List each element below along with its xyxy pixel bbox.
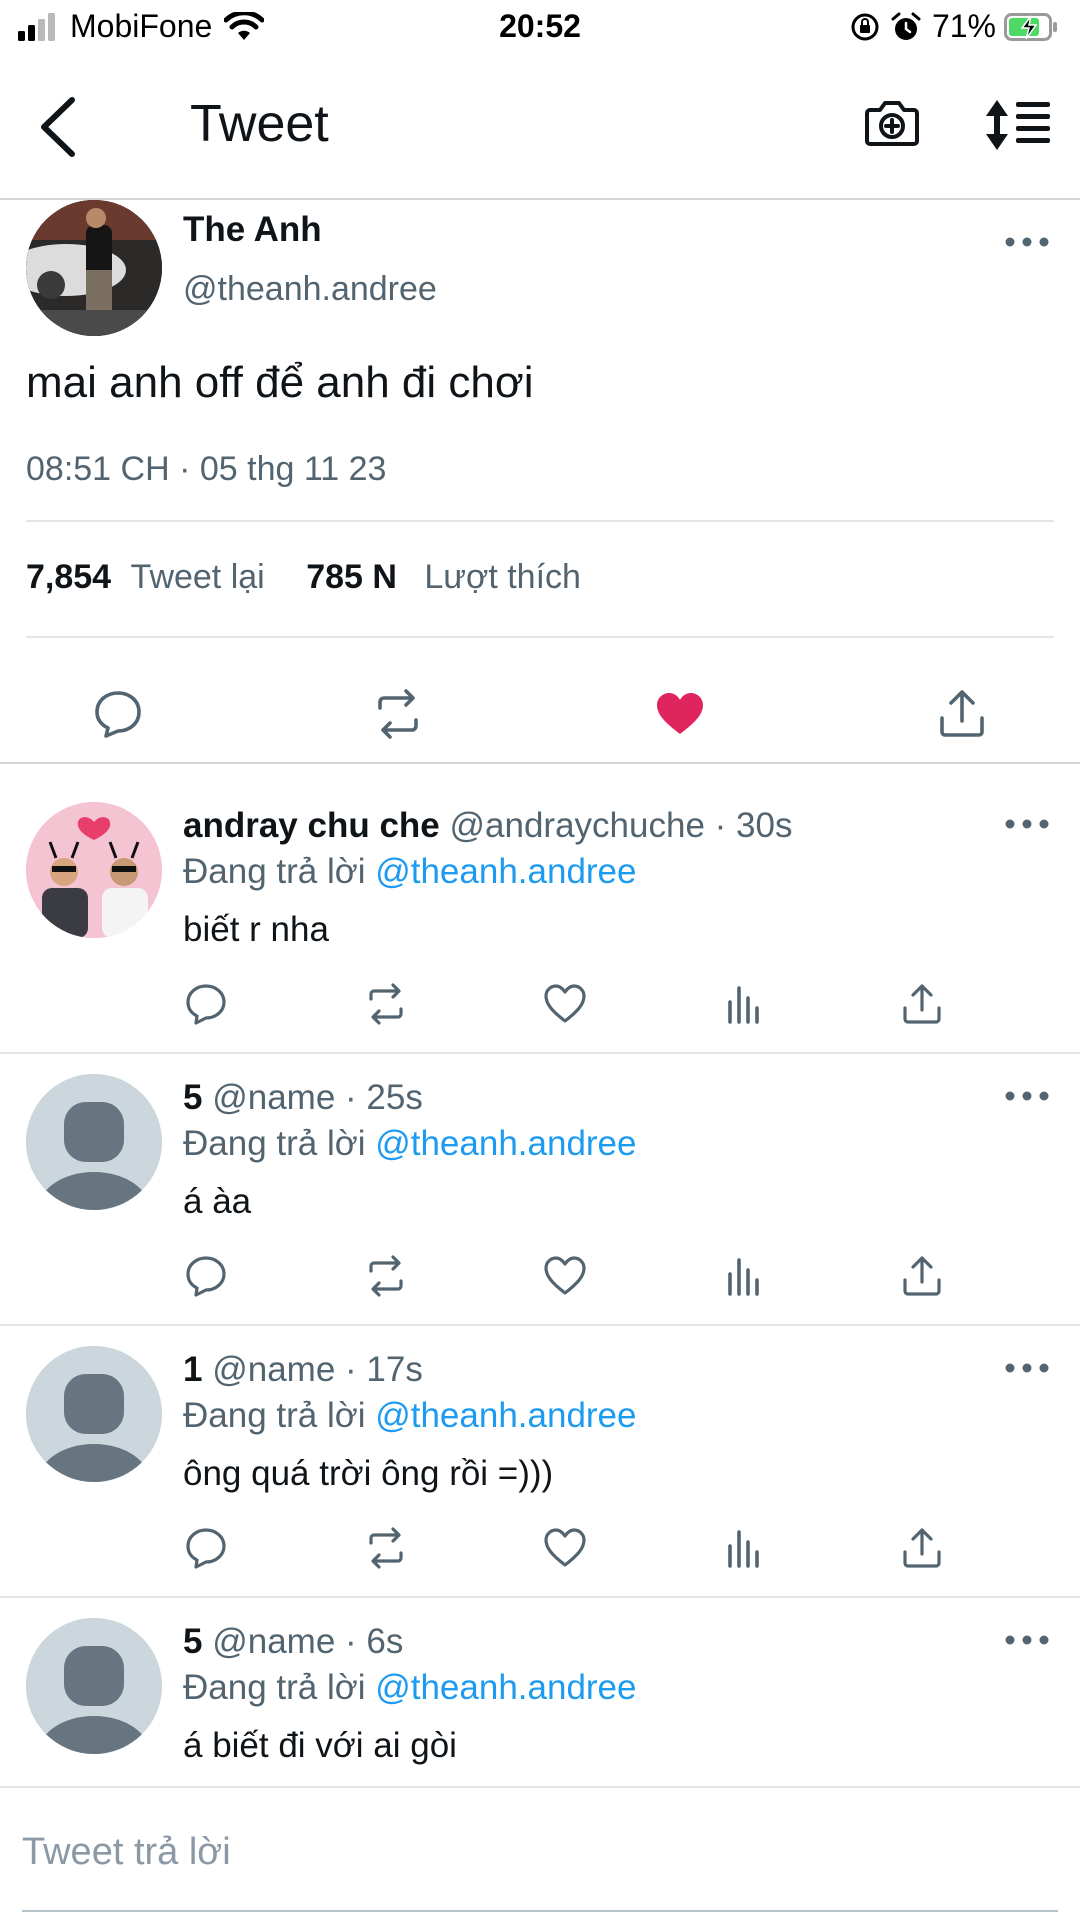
reply-icon[interactable] bbox=[184, 1254, 228, 1298]
reply-author-handle[interactable]: @name bbox=[212, 1622, 335, 1661]
divider bbox=[26, 520, 1054, 522]
retweet-label[interactable]: Tweet lại bbox=[131, 558, 265, 596]
replying-to-line: Đang trả lời @theanh.andree bbox=[183, 1124, 637, 1164]
replying-to-label: Đang trả lời bbox=[183, 1124, 366, 1163]
more-options-icon[interactable] bbox=[1002, 1088, 1052, 1104]
share-icon[interactable] bbox=[900, 1526, 944, 1570]
reply-composer bbox=[0, 1786, 1080, 1920]
reply-author-name[interactable]: 1 bbox=[183, 1350, 202, 1389]
like-icon[interactable] bbox=[543, 1526, 587, 1570]
reply-item[interactable]: 1 @name · 17s Đang trả lời @theanh.andre… bbox=[0, 1326, 1080, 1598]
retweet-icon[interactable] bbox=[364, 1526, 408, 1570]
view-stats-icon[interactable] bbox=[722, 1254, 766, 1298]
home-indicator bbox=[22, 1910, 1058, 1912]
mention-link[interactable]: @theanh.andree bbox=[375, 1668, 636, 1707]
reply-header: 1 @name · 17s bbox=[183, 1350, 423, 1390]
reply-avatar[interactable] bbox=[26, 802, 162, 938]
replying-to-label: Đang trả lời bbox=[183, 1668, 366, 1707]
top-nav-bar: Tweet bbox=[0, 54, 1080, 200]
share-icon[interactable] bbox=[900, 982, 944, 1026]
default-avatar[interactable] bbox=[26, 1074, 162, 1210]
tweet-action-bar bbox=[0, 678, 1080, 760]
share-icon[interactable] bbox=[936, 688, 988, 740]
more-options-icon[interactable] bbox=[1002, 816, 1052, 832]
status-bar: MobiFone 20:52 71% bbox=[0, 0, 1080, 54]
reply-text: biết r nha bbox=[183, 910, 329, 949]
reply-text: á àa bbox=[183, 1182, 252, 1221]
default-avatar[interactable] bbox=[26, 1346, 162, 1482]
retweet-icon[interactable] bbox=[364, 982, 408, 1026]
battery-charging-icon bbox=[1004, 12, 1057, 41]
mention-link[interactable]: @theanh.andree bbox=[375, 852, 636, 891]
camera-add-icon[interactable] bbox=[864, 94, 920, 150]
reply-time: · 17s bbox=[345, 1350, 423, 1389]
reply-header: 5 @name · 6s bbox=[183, 1622, 403, 1662]
view-stats-icon[interactable] bbox=[722, 982, 766, 1026]
reply-icon[interactable] bbox=[184, 982, 228, 1026]
retweet-icon[interactable] bbox=[364, 1254, 408, 1298]
retweet-count[interactable]: 7,854 bbox=[26, 558, 111, 596]
reply-author-handle[interactable]: @name bbox=[212, 1350, 335, 1389]
author-handle[interactable]: @theanh.andree bbox=[183, 270, 437, 309]
like-filled-heart-icon[interactable] bbox=[654, 688, 706, 740]
reply-time: · 6s bbox=[345, 1622, 404, 1661]
reply-text: á biết đi với ai gòi bbox=[183, 1726, 457, 1765]
reply-icon[interactable] bbox=[92, 688, 144, 740]
view-stats-icon[interactable] bbox=[722, 1526, 766, 1570]
reply-item[interactable]: 5 @name · 25s Đang trả lời @theanh.andre… bbox=[0, 1054, 1080, 1326]
author-avatar[interactable] bbox=[26, 200, 162, 336]
reply-author-name[interactable]: 5 bbox=[183, 1078, 202, 1117]
reply-author-handle[interactable]: @name bbox=[212, 1078, 335, 1117]
alarm-icon bbox=[891, 12, 921, 40]
mention-link[interactable]: @theanh.andree bbox=[375, 1396, 636, 1435]
sort-replies-icon[interactable] bbox=[984, 98, 1052, 152]
mention-link[interactable]: @theanh.andree bbox=[375, 1124, 636, 1163]
more-options-icon[interactable] bbox=[1002, 1632, 1052, 1648]
reply-icon[interactable] bbox=[184, 1526, 228, 1570]
reply-text: ông quá trời ông rồi =))) bbox=[183, 1454, 554, 1493]
tweet-text: mai anh off để anh đi chơi bbox=[26, 358, 534, 407]
reply-author-name[interactable]: andray chu che bbox=[183, 806, 440, 845]
replying-to-label: Đang trả lời bbox=[183, 1396, 366, 1435]
like-count[interactable]: 785 N bbox=[306, 558, 397, 596]
reply-header: 5 @name · 25s bbox=[183, 1078, 423, 1118]
reply-item[interactable]: 5 @name · 6s Đang trả lời @theanh.andree… bbox=[0, 1598, 1080, 1786]
page-title: Tweet bbox=[190, 95, 329, 153]
author-name[interactable]: The Anh bbox=[183, 210, 322, 250]
reply-author-name[interactable]: 5 bbox=[183, 1622, 202, 1661]
divider bbox=[0, 762, 1080, 764]
reply-input[interactable] bbox=[22, 1822, 1052, 1882]
like-icon[interactable] bbox=[543, 1254, 587, 1298]
more-options-icon[interactable] bbox=[1002, 1360, 1052, 1376]
reply-author-handle[interactable]: @andraychuche bbox=[450, 806, 705, 845]
reply-time: · 25s bbox=[345, 1078, 423, 1117]
divider bbox=[26, 636, 1054, 638]
like-icon[interactable] bbox=[543, 982, 587, 1026]
reply-item[interactable]: andray chu che @andraychuche · 30s Đang … bbox=[0, 782, 1080, 1054]
tweet-stats: 7,854 Tweet lại 785 N Lượt thích bbox=[26, 558, 581, 597]
replying-to-line: Đang trả lời @theanh.andree bbox=[183, 1396, 637, 1436]
retweet-icon[interactable] bbox=[372, 688, 424, 740]
share-icon[interactable] bbox=[900, 1254, 944, 1298]
replying-to-line: Đang trả lời @theanh.andree bbox=[183, 852, 637, 892]
back-arrow-icon[interactable] bbox=[36, 96, 78, 158]
default-avatar[interactable] bbox=[26, 1618, 162, 1754]
replying-to-label: Đang trả lời bbox=[183, 852, 366, 891]
like-label[interactable]: Lượt thích bbox=[424, 558, 581, 596]
battery-percent: 71% bbox=[931, 8, 996, 44]
reply-time: · 30s bbox=[714, 806, 793, 845]
orientation-lock-icon bbox=[851, 13, 879, 40]
more-options-icon[interactable] bbox=[1002, 234, 1052, 250]
reply-header: andray chu che @andraychuche · 30s bbox=[183, 806, 792, 846]
replying-to-line: Đang trả lời @theanh.andree bbox=[183, 1668, 637, 1708]
tweet-timestamp: 08:51 CH · 05 thg 11 23 bbox=[26, 450, 387, 488]
